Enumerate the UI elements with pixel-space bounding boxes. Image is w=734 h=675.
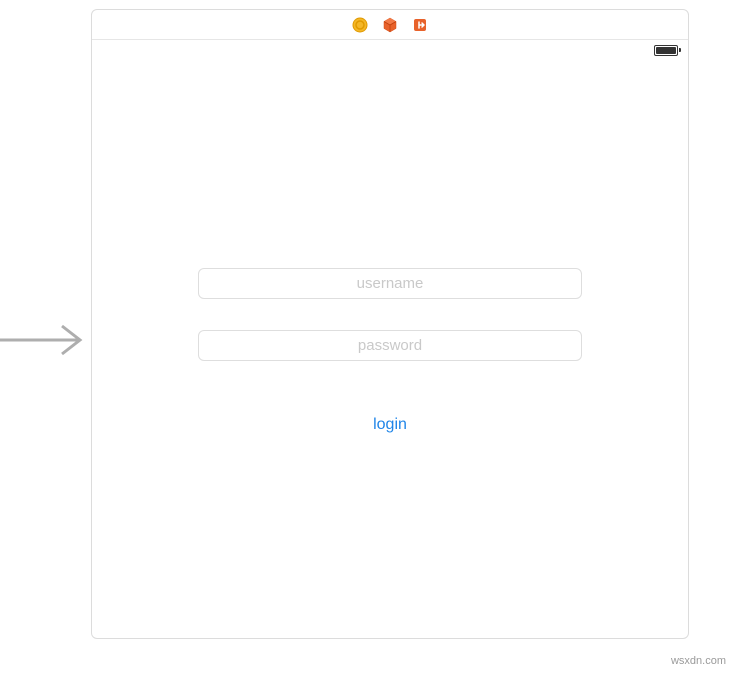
simulator-toolbar: [92, 10, 688, 40]
username-input[interactable]: [198, 268, 582, 299]
watermark-text: wsxdn.com: [671, 655, 726, 667]
pointer-arrow: [0, 320, 90, 360]
status-bar: [92, 40, 688, 58]
password-input[interactable]: [198, 330, 582, 361]
battery-icon: [654, 45, 678, 56]
login-form: login: [92, 58, 688, 638]
cube-icon[interactable]: [382, 17, 398, 33]
login-button[interactable]: login: [373, 416, 407, 434]
coin-icon[interactable]: [352, 17, 368, 33]
logout-icon[interactable]: [412, 17, 428, 33]
simulator-window: login: [91, 9, 689, 639]
